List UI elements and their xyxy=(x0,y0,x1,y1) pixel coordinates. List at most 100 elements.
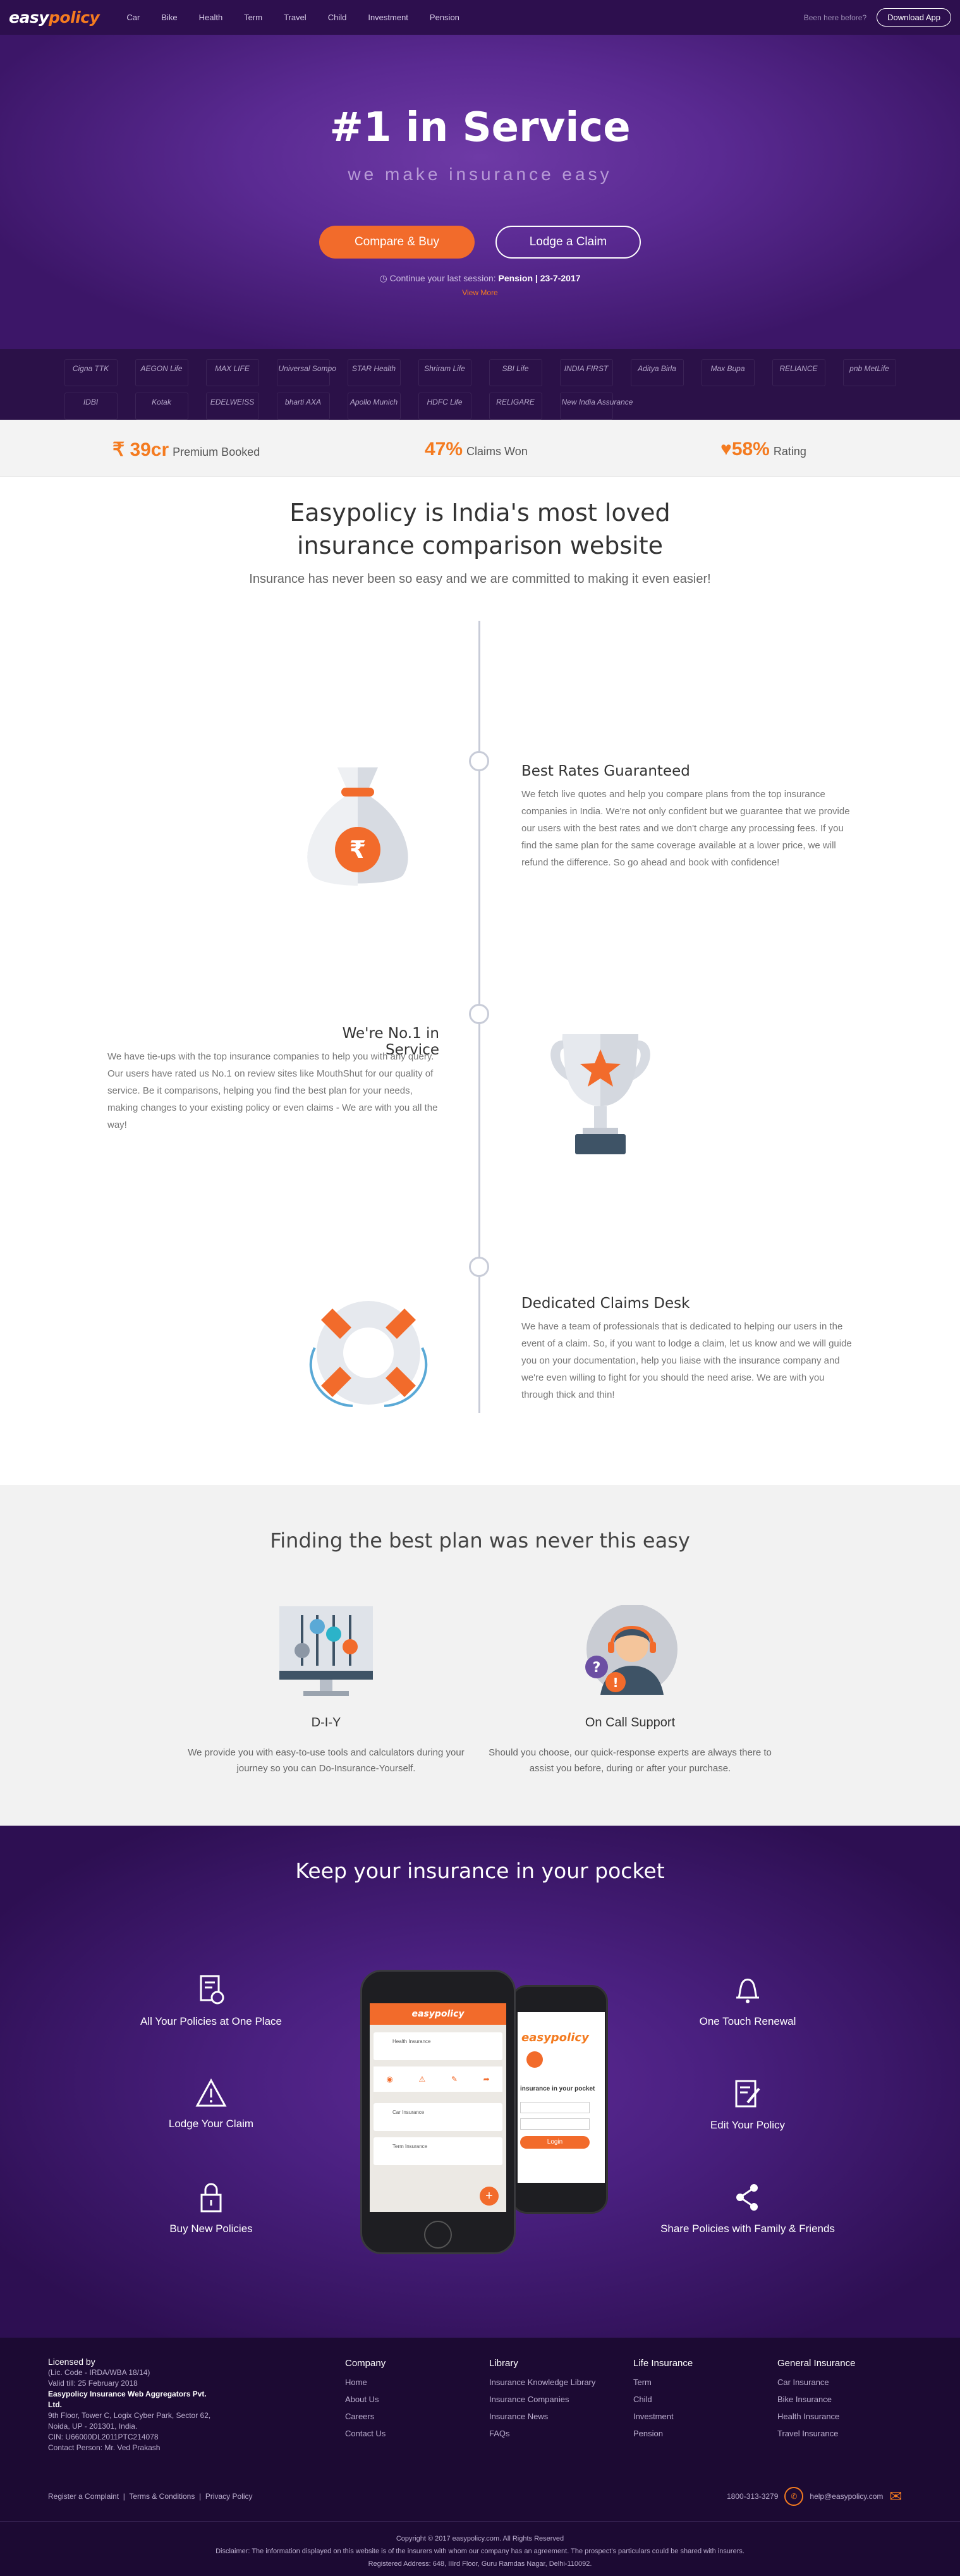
app-feature-label: All Your Policies at One Place xyxy=(140,2015,282,2027)
phone-action-icon[interactable]: ✎ xyxy=(451,2075,458,2084)
phone-password-field[interactable] xyxy=(520,2118,590,2130)
footer-link[interactable]: Investment xyxy=(633,2412,693,2421)
partner-logo: EDELWEISS xyxy=(205,393,259,420)
lifebuoy-icon xyxy=(309,1301,428,1407)
nav-links: Car Bike Health Term Travel Child Invest… xyxy=(116,13,470,22)
app-feature-label: Share Policies with Family & Friends xyxy=(660,2223,835,2235)
registered-address: Registered Address: 648, IIIrd Floor, Gu… xyxy=(368,2560,592,2568)
copyright: Copyright © 2017 easypolicy.com. All Rig… xyxy=(396,2535,564,2542)
app-feature-label: One Touch Renewal xyxy=(699,2015,796,2027)
feature-title: Best Rates Guaranteed xyxy=(521,763,690,779)
phone-app-header: easypolicy xyxy=(370,2003,506,2025)
phone-policy-card[interactable]: Term Insurance xyxy=(374,2137,502,2165)
footer-link[interactable]: Pension xyxy=(633,2429,693,2438)
phone-icon: ✆ xyxy=(784,2487,804,2506)
phone-add-button[interactable]: + xyxy=(480,2187,499,2206)
legal-link[interactable]: Register a Complaint xyxy=(48,2492,119,2501)
legal-link[interactable]: Terms & Conditions xyxy=(129,2492,195,2501)
heart-icon: ♥ xyxy=(720,439,732,460)
compare-buy-button[interactable]: Compare & Buy xyxy=(319,226,475,259)
phone-action-icon[interactable]: ◉ xyxy=(386,2075,392,2084)
nav-link-term[interactable]: Term xyxy=(233,13,273,22)
nav-link-bike[interactable]: Bike xyxy=(150,13,188,22)
footer-link[interactable]: Health Insurance xyxy=(777,2412,855,2421)
view-more-link[interactable]: View More xyxy=(0,288,960,297)
bell-icon xyxy=(736,1979,759,2003)
call-title: On Call Support xyxy=(585,1716,676,1730)
partner-logo: Aditya Birla xyxy=(630,359,684,386)
phone-back-mockup: easypolicy insurance in your pocket Logi… xyxy=(511,1985,608,2214)
footer-link[interactable]: Insurance Companies xyxy=(489,2395,595,2404)
continue-session[interactable]: ◷ Continue your last session: Pension | … xyxy=(0,273,960,284)
contact-person: Contact Person: Mr. Ved Prakash xyxy=(48,2443,161,2452)
feature-title: Dedicated Claims Desk xyxy=(521,1295,690,1312)
partner-logo: SBI Life xyxy=(489,359,542,386)
continue-prefix: Continue your last session: xyxy=(389,273,496,283)
phone-policy-card[interactable]: Car Insurance xyxy=(374,2103,502,2131)
phone-back-screen: easypolicy insurance in your pocket Logi… xyxy=(518,2012,605,2183)
phone-policy-card[interactable]: Health Insurance xyxy=(374,2032,502,2060)
footer-divider xyxy=(0,2521,960,2522)
footer-link[interactable]: Contact Us xyxy=(345,2429,386,2438)
footer-col-company: Company Home About Us Careers Contact Us xyxy=(345,2358,386,2446)
nav-link-investment[interactable]: Investment xyxy=(357,13,419,22)
stat-label: Premium Booked xyxy=(173,446,260,458)
history-icon: ◷ xyxy=(379,273,387,283)
app-feature-label: Buy New Policies xyxy=(169,2223,253,2235)
loved-title-line2: insurance comparison website xyxy=(296,532,664,559)
nav-link-pension[interactable]: Pension xyxy=(419,13,470,22)
lock-icon xyxy=(200,2183,222,2213)
footer-link[interactable]: Term xyxy=(633,2378,693,2387)
footer-col-title: Library xyxy=(489,2358,518,2369)
partner-logo: Cigna TTK xyxy=(64,359,118,386)
footer-link[interactable]: Insurance News xyxy=(489,2412,595,2421)
phone-action-icon[interactable]: ➦ xyxy=(483,2075,490,2084)
footer-link[interactable]: Child xyxy=(633,2395,693,2404)
download-app-button[interactable]: Download App xyxy=(877,8,951,27)
phone-logo: easypolicy xyxy=(521,2031,589,2044)
logo[interactable]: easypolicy xyxy=(9,8,100,27)
footer-email[interactable]: help@easypolicy.com xyxy=(810,2492,883,2501)
nav-link-travel[interactable]: Travel xyxy=(273,13,317,22)
footer-link[interactable]: Insurance Knowledge Library xyxy=(489,2378,595,2387)
app-feature-claim: Lodge Your Claim xyxy=(116,2079,306,2130)
legal-link[interactable]: Privacy Policy xyxy=(205,2492,253,2501)
app-feature-renewal: One Touch Renewal xyxy=(653,1975,842,2028)
stat-value: 39cr xyxy=(130,439,169,460)
phone-action-icon[interactable]: ⚠ xyxy=(418,2075,425,2084)
phone-username-field[interactable] xyxy=(520,2102,590,2113)
app-feature-policies: All Your Policies at One Place xyxy=(116,1975,306,2028)
company-cin: CIN: U66000DL2011PTC214078 xyxy=(48,2433,159,2441)
partner-logo: IDBI xyxy=(64,393,118,420)
disclaimer: Disclaimer: The information displayed on… xyxy=(216,2548,744,2555)
footer-link[interactable]: Car Insurance xyxy=(777,2378,855,2387)
footer-link[interactable]: Careers xyxy=(345,2412,386,2421)
money-bag-icon: ₹ xyxy=(307,767,408,886)
footer-col-library: Library Insurance Knowledge Library Insura… xyxy=(489,2358,595,2446)
lodge-claim-button[interactable]: Lodge a Claim xyxy=(495,226,641,259)
partner-logo: Apollo Munich xyxy=(347,393,401,420)
continue-value: Pension | 23-7-2017 xyxy=(498,273,581,283)
hero-tagline: we make insurance easy xyxy=(348,164,612,184)
call-text: Should you choose, our quick-response ex… xyxy=(489,1747,772,1774)
phone-home-button xyxy=(424,2221,452,2249)
footer-col-general: General Insurance Car Insurance Bike Insur… xyxy=(777,2358,855,2446)
been-here-link[interactable]: Been here before? xyxy=(804,13,866,22)
timeline-dot xyxy=(469,751,489,771)
partner-logo: Shriram Life xyxy=(418,359,471,386)
license-code: (Lic. Code - IRDA/WBA 18/14) xyxy=(48,2368,150,2377)
footer-link[interactable]: About Us xyxy=(345,2395,386,2404)
footer-link[interactable]: FAQs xyxy=(489,2429,595,2438)
nav-link-child[interactable]: Child xyxy=(317,13,358,22)
nav-link-health[interactable]: Health xyxy=(188,13,234,22)
footer-link[interactable]: Bike Insurance xyxy=(777,2395,855,2404)
footer-link[interactable]: Home xyxy=(345,2378,386,2387)
feature-text: We have a team of professionals that is … xyxy=(521,1321,852,1400)
loved-subtitle: Insurance has never been so easy and we … xyxy=(249,572,711,586)
footer-phone[interactable]: 1800-313-3279 xyxy=(727,2492,778,2501)
nav-link-car[interactable]: Car xyxy=(116,13,150,22)
partner-logo: Max Bupa xyxy=(701,359,755,386)
phone-login-button[interactable]: Login xyxy=(520,2136,590,2149)
footer-link[interactable]: Travel Insurance xyxy=(777,2429,855,2438)
company-name: Easypolicy Insurance Web Aggregators Pvt… xyxy=(48,2390,207,2409)
